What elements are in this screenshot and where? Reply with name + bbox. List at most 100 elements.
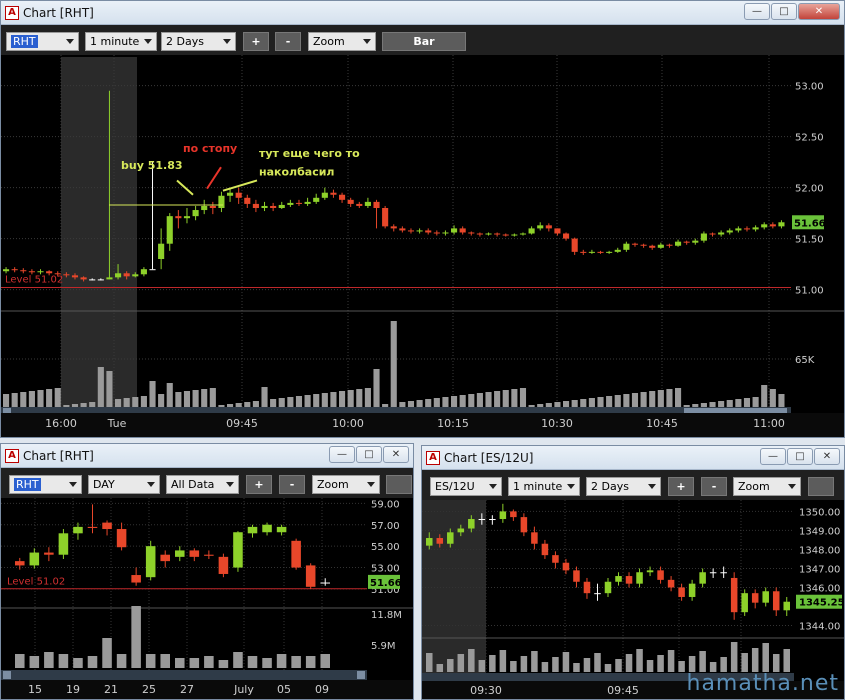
candle-body bbox=[218, 556, 229, 574]
volume-bar bbox=[783, 649, 790, 672]
candle-body bbox=[244, 197, 251, 204]
candle-body bbox=[252, 203, 259, 208]
minimize-icon[interactable]: — bbox=[329, 446, 355, 463]
price-axis-label: 1347.00 bbox=[799, 564, 840, 575]
symbol-value: RHT bbox=[11, 35, 38, 48]
chart-type-button[interactable]: Bar bbox=[382, 32, 466, 51]
candle-body bbox=[730, 577, 738, 613]
symbol-select[interactable]: RHT bbox=[6, 32, 79, 51]
zoom-select[interactable]: Zoom bbox=[308, 32, 376, 51]
volume-bar bbox=[604, 664, 612, 672]
chart-type-button[interactable] bbox=[808, 477, 834, 496]
candle-body bbox=[426, 538, 433, 546]
interval-value: DAY bbox=[93, 478, 115, 491]
range-select[interactable]: 2 Days bbox=[161, 32, 236, 51]
volume-bar bbox=[305, 656, 316, 668]
main-title-bar[interactable]: A Chart [RHT] — □ ✕ bbox=[1, 1, 844, 25]
volume-bar bbox=[720, 657, 727, 672]
zoom-in-button[interactable]: + bbox=[243, 32, 269, 51]
date-axis-label: 15 bbox=[28, 683, 42, 696]
zoom-select[interactable]: Zoom bbox=[733, 477, 801, 496]
candle-body bbox=[478, 519, 486, 521]
time-axis-label: 10:15 bbox=[437, 417, 469, 430]
candle-body bbox=[347, 199, 354, 204]
interval-value: 1 minute bbox=[513, 480, 563, 493]
chart-type-button[interactable] bbox=[386, 475, 412, 494]
maximize-icon[interactable]: □ bbox=[356, 446, 382, 463]
candle-body bbox=[276, 526, 287, 533]
candle-body bbox=[291, 540, 301, 568]
volume-bar bbox=[320, 654, 330, 668]
symbol-value: RHT bbox=[14, 478, 41, 491]
interval-select[interactable]: DAY bbox=[88, 475, 160, 494]
zoom-in-button[interactable]: + bbox=[246, 475, 272, 494]
close-icon[interactable]: ✕ bbox=[383, 446, 409, 463]
volume-bar bbox=[204, 656, 214, 668]
zoom-out-button[interactable]: - bbox=[701, 477, 727, 496]
app-icon: A bbox=[5, 449, 19, 463]
daily-chart-canvas[interactable]: 59.0057.0055.0053.0051.00Level 51.02 51.6… bbox=[1, 498, 413, 700]
volume-bar bbox=[510, 661, 517, 672]
candle-body bbox=[270, 205, 277, 208]
es-window-title: Chart [ES/12U] bbox=[444, 451, 534, 465]
candle-body bbox=[459, 228, 466, 233]
zoom-out-button[interactable]: - bbox=[275, 32, 301, 51]
range-select[interactable]: 2 Days bbox=[586, 477, 661, 496]
candle-body bbox=[106, 277, 113, 280]
volume-bar bbox=[499, 650, 507, 672]
candle-body bbox=[623, 243, 630, 250]
candle-body bbox=[436, 538, 444, 544]
candle-body bbox=[262, 524, 272, 533]
zoom-out-button[interactable]: - bbox=[279, 475, 305, 494]
interval-select[interactable]: 1 minute bbox=[508, 477, 580, 496]
symbol-select[interactable]: ES/12U bbox=[430, 477, 502, 496]
range-select[interactable]: All Data bbox=[166, 475, 239, 494]
candle-body bbox=[145, 546, 156, 578]
price-axis-label: 57.00 bbox=[371, 521, 400, 532]
candle-body bbox=[594, 593, 601, 595]
minimize-icon[interactable]: — bbox=[760, 448, 786, 465]
main-chart-canvas[interactable]: 53.00 52.50 52.00 51.50 51.00 Level 51.02 buy … bbox=[1, 55, 844, 438]
price-axis-label: 55.00 bbox=[371, 542, 400, 553]
date-axis-label: July bbox=[233, 683, 254, 696]
candle-body bbox=[451, 228, 458, 233]
es-chart-canvas[interactable]: 1350.00 1349.00 1348.00 1347.00 1346.00 1344.… bbox=[422, 500, 844, 700]
zoom-in-button[interactable]: + bbox=[668, 477, 694, 496]
candle-body bbox=[28, 271, 35, 273]
volume-bar bbox=[131, 606, 141, 668]
candle-body bbox=[499, 511, 507, 520]
candle-body bbox=[625, 576, 633, 584]
interval-value: 1 minute bbox=[90, 35, 140, 48]
candle-body bbox=[778, 222, 785, 227]
volume-bar bbox=[699, 651, 706, 672]
candle-body bbox=[752, 227, 759, 230]
volume-bar bbox=[583, 658, 591, 672]
close-icon[interactable]: ✕ bbox=[814, 448, 840, 465]
interval-select[interactable]: 1 minute bbox=[85, 32, 157, 51]
symbol-select[interactable]: RHT bbox=[9, 475, 82, 494]
volume-bar bbox=[436, 664, 444, 672]
candle-body bbox=[657, 570, 664, 580]
candle-body bbox=[597, 251, 604, 253]
candle-body bbox=[247, 526, 258, 534]
candle-body bbox=[192, 210, 199, 217]
volume-bar bbox=[58, 654, 69, 668]
daily-title-bar[interactable]: A Chart [RHT] — □ ✕ bbox=[1, 444, 413, 468]
maximize-icon[interactable]: □ bbox=[771, 3, 797, 20]
candle-body bbox=[646, 570, 654, 573]
maximize-icon[interactable]: □ bbox=[787, 448, 813, 465]
zoom-select[interactable]: Zoom bbox=[312, 475, 380, 494]
close-icon[interactable]: ✕ bbox=[798, 3, 840, 20]
volume-bar bbox=[15, 654, 25, 668]
candle-body bbox=[3, 269, 10, 272]
candle-body bbox=[511, 234, 518, 236]
volume-bar bbox=[233, 652, 243, 668]
minimize-icon[interactable]: — bbox=[744, 3, 770, 20]
volume-bar bbox=[149, 381, 156, 411]
es-title-bar[interactable]: A Chart [ES/12U] — □ ✕ bbox=[422, 446, 844, 470]
candle-body bbox=[44, 552, 54, 555]
volume-bar bbox=[573, 663, 580, 672]
price-axis-label: 1348.00 bbox=[799, 545, 840, 556]
chevron-down-icon bbox=[363, 39, 371, 44]
candle-body bbox=[563, 233, 570, 239]
